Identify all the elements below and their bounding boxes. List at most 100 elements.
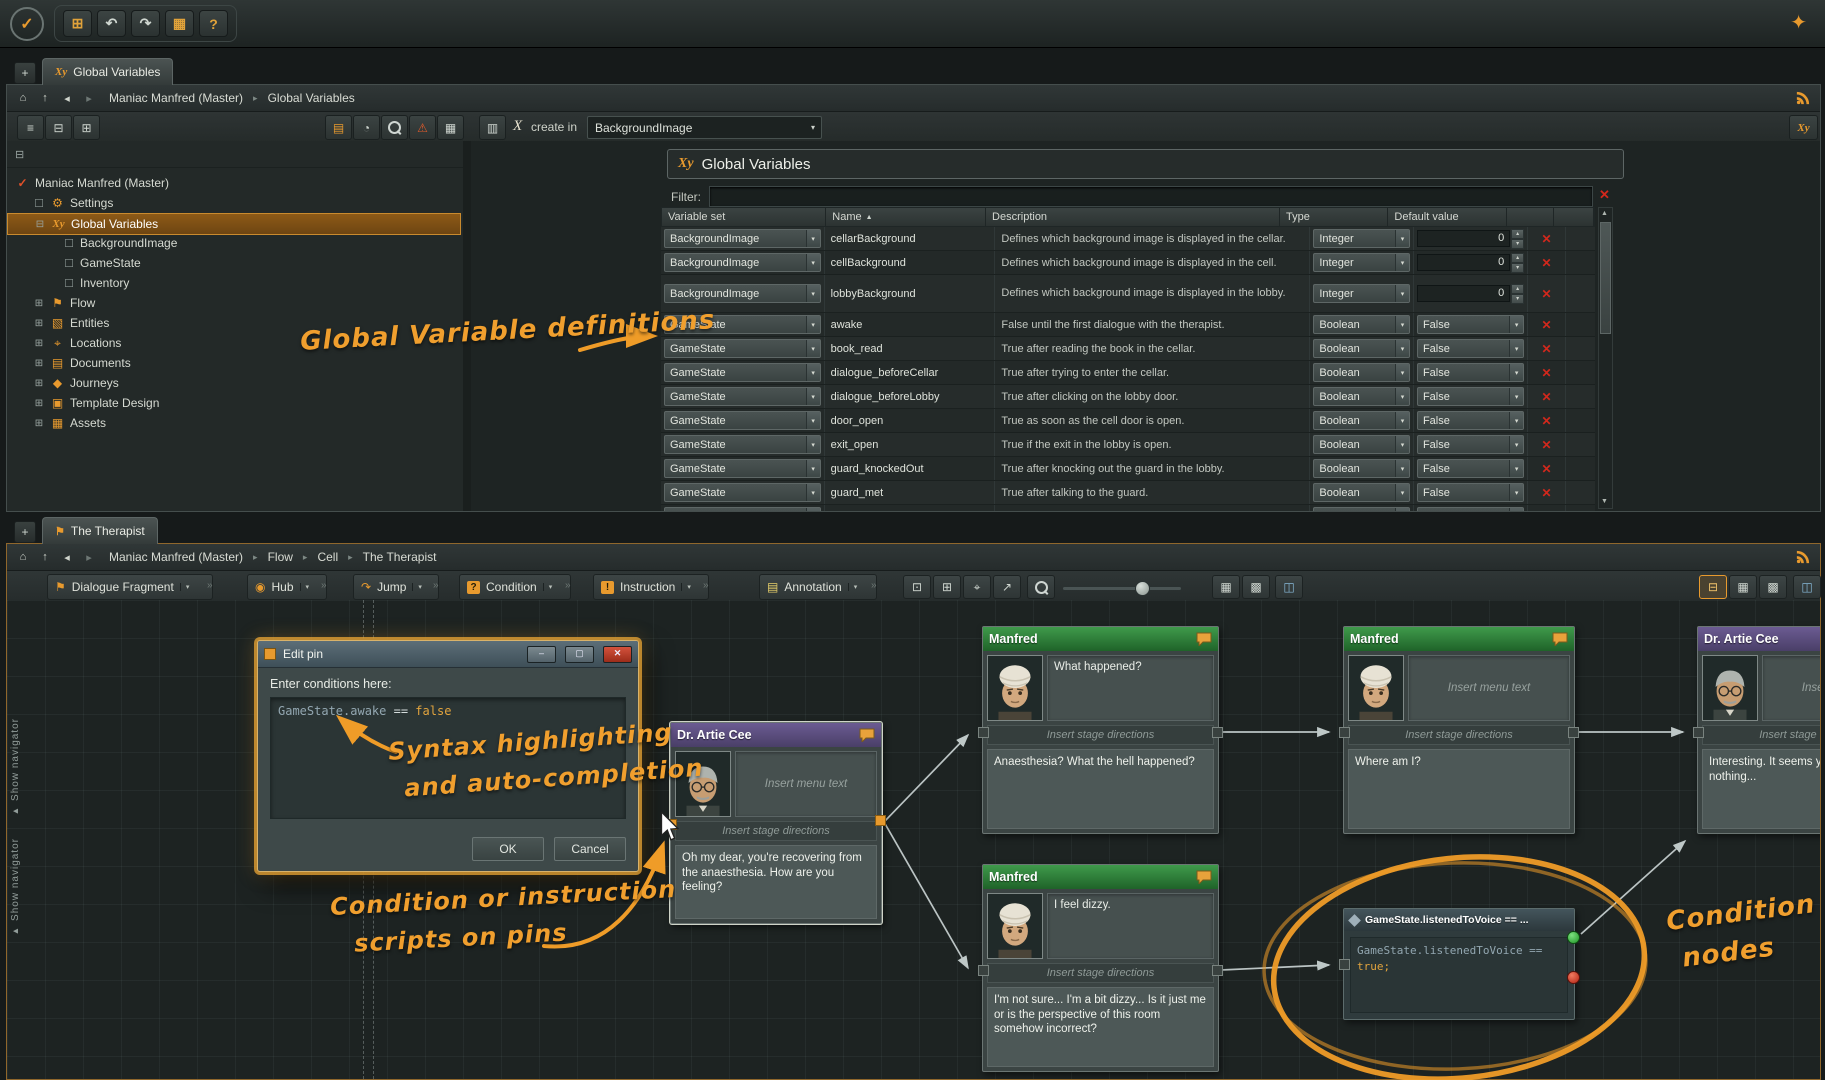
flow-canvas[interactable]: ▸ Show navigator ▸ Show navigator bbox=[7, 600, 1820, 1079]
type-dropdown[interactable]: Boolean bbox=[1313, 387, 1410, 406]
variable-description[interactable]: True after getting the hamster out of hi… bbox=[995, 505, 1310, 511]
type-dropdown[interactable]: Boolean bbox=[1313, 507, 1410, 511]
recent-button[interactable]: ◔ bbox=[353, 115, 380, 140]
delete-row-button[interactable] bbox=[1542, 390, 1552, 404]
default-value-dropdown[interactable]: False bbox=[1417, 387, 1524, 406]
expander-closed-icon[interactable]: ⊞ bbox=[33, 358, 45, 369]
dialog-titlebar[interactable]: Edit pin – ▢ ✕ bbox=[258, 641, 638, 668]
menu-text-placeholder[interactable]: Insert menu text bbox=[735, 751, 877, 817]
delete-row-button[interactable] bbox=[1542, 438, 1552, 452]
filter-input[interactable] bbox=[709, 186, 1593, 207]
notes-button[interactable]: ▤ bbox=[325, 115, 352, 140]
tree-item-project-root[interactable]: ✓ Maniac Manfred (Master) bbox=[7, 173, 461, 193]
input-pin[interactable] bbox=[1339, 959, 1350, 970]
view-outline-button[interactable]: ⊟ bbox=[1699, 575, 1727, 599]
center-view-button[interactable]: ⌖ bbox=[963, 575, 991, 599]
variable-set-dropdown[interactable]: GameState bbox=[664, 363, 821, 382]
breadcrumb-project[interactable]: Maniac Manfred (Master) bbox=[101, 550, 251, 564]
help-button[interactable]: ? bbox=[199, 10, 228, 37]
chevron-down-icon[interactable]: ▾ bbox=[412, 583, 422, 591]
variable-description[interactable]: Defines which background image is displa… bbox=[995, 251, 1310, 274]
table-scrollbar[interactable]: ▲ ▼ bbox=[1598, 207, 1613, 509]
navigator-button[interactable]: ◫ bbox=[1275, 575, 1303, 599]
variable-set-dropdown[interactable]: GameState bbox=[664, 483, 821, 502]
variable-description[interactable]: True after reading the book in the cella… bbox=[995, 337, 1310, 360]
back-button[interactable]: ◂ bbox=[57, 548, 77, 566]
input-pin[interactable] bbox=[1693, 727, 1704, 738]
variable-name[interactable]: guard_knockedOut bbox=[825, 457, 996, 480]
variable-name[interactable]: cellarBackground bbox=[825, 227, 996, 250]
issues-button[interactable]: ⚠ bbox=[409, 115, 436, 140]
input-pin[interactable] bbox=[1339, 727, 1350, 738]
view-large-tiles-button[interactable]: ▩ bbox=[1759, 575, 1787, 599]
default-value-dropdown[interactable]: False bbox=[1417, 363, 1524, 382]
up-button[interactable]: ↑ bbox=[35, 89, 55, 107]
variable-set-dropdown[interactable]: GameState bbox=[664, 459, 821, 478]
forward-button[interactable]: ▸ bbox=[79, 548, 99, 566]
variable-description[interactable]: True after clicking on the lobby door. bbox=[995, 385, 1310, 408]
menu-text-placeholder[interactable]: Insert menu text bbox=[1408, 655, 1570, 721]
stage-directions-placeholder[interactable]: Insert stage directions bbox=[1702, 725, 1820, 745]
variable-name[interactable]: dialogue_beforeCellar bbox=[825, 361, 996, 384]
close-button[interactable]: ✕ bbox=[603, 646, 632, 663]
node-dialogue-artie-1[interactable]: Dr. Artie Cee Insert menu text Insert st… bbox=[670, 722, 882, 924]
tree-item-global-variables[interactable]: ⊟ Xy Global Variables bbox=[7, 213, 461, 235]
checkbox-icon[interactable]: ☐ bbox=[33, 197, 45, 210]
type-dropdown[interactable]: Boolean bbox=[1313, 459, 1410, 478]
view-small-tiles-button[interactable]: ▦ bbox=[1729, 575, 1757, 599]
delete-row-button[interactable] bbox=[1542, 414, 1552, 428]
breadcrumb-the-therapist[interactable]: The Therapist bbox=[355, 550, 445, 564]
delete-row-button[interactable] bbox=[1542, 510, 1552, 512]
home-button[interactable]: ⌂ bbox=[13, 89, 33, 107]
output-pin[interactable] bbox=[1212, 965, 1223, 976]
tree-item-journeys[interactable]: ⊞ ◆ Journeys bbox=[7, 373, 461, 393]
forward-button[interactable]: ▸ bbox=[79, 89, 99, 107]
variable-description[interactable]: False until the first dialogue with the … bbox=[995, 313, 1310, 336]
variable-description[interactable]: True as soon as the cell door is open. bbox=[995, 409, 1310, 432]
stage-directions-placeholder[interactable]: Insert stage directions bbox=[987, 725, 1214, 745]
breadcrumb-global-variables[interactable]: Global Variables bbox=[260, 91, 363, 105]
variable-set-dropdown[interactable]: BackgroundImage bbox=[664, 253, 821, 272]
variable-set-dropdown[interactable]: GameState bbox=[664, 507, 821, 511]
false-output-pin[interactable] bbox=[1567, 971, 1580, 984]
maximize-button[interactable]: ▢ bbox=[565, 646, 594, 663]
type-dropdown[interactable]: Boolean bbox=[1313, 483, 1410, 502]
delete-row-button[interactable] bbox=[1542, 232, 1552, 246]
stage-directions-placeholder[interactable]: Insert stage directions bbox=[987, 963, 1214, 983]
column-default-value[interactable]: Default value bbox=[1388, 208, 1506, 226]
node-condition[interactable]: GameState.listenedToVoice == ... GameSta… bbox=[1343, 908, 1575, 1020]
delete-row-button[interactable] bbox=[1542, 256, 1552, 270]
app-logo-check-icon[interactable]: ✓ bbox=[10, 7, 44, 41]
variable-name[interactable]: dialogue_beforeLobby bbox=[825, 385, 996, 408]
dialogue-text[interactable]: Interesting. It seems your memory. Well,… bbox=[1702, 749, 1820, 829]
connect-mode-button[interactable]: ↗ bbox=[993, 575, 1021, 599]
calculate-button[interactable]: ▦ bbox=[437, 115, 464, 140]
menu-text-placeholder[interactable]: Insert menu text bbox=[1762, 655, 1820, 721]
true-output-pin[interactable] bbox=[1567, 931, 1580, 944]
default-value-dropdown[interactable]: False bbox=[1417, 483, 1524, 502]
delete-row-button[interactable] bbox=[1542, 462, 1552, 476]
tree-item-assets[interactable]: ⊞ ▦ Assets bbox=[7, 413, 461, 433]
column-name[interactable]: Name▲ bbox=[826, 208, 986, 226]
scroll-down-icon[interactable]: ▼ bbox=[1599, 496, 1610, 508]
cancel-button[interactable]: Cancel bbox=[554, 837, 626, 861]
chevron-down-icon[interactable]: ▾ bbox=[180, 583, 190, 591]
expander-closed-icon[interactable]: ⊞ bbox=[33, 318, 45, 329]
condition-script[interactable]: GameState.listenedToVoice == true; bbox=[1350, 937, 1568, 1013]
expand-tree-button[interactable]: ⊞ bbox=[73, 115, 100, 140]
home-button[interactable]: ⌂ bbox=[13, 548, 33, 566]
variable-description[interactable]: True after talking to the guard. bbox=[995, 481, 1310, 504]
type-dropdown[interactable]: Integer bbox=[1313, 284, 1410, 303]
tab-the-therapist[interactable]: ⚑ The Therapist bbox=[42, 517, 158, 544]
node-dialogue-manfred-2[interactable]: Manfred Insert menu text Insert stage di… bbox=[1343, 626, 1575, 834]
type-dropdown[interactable]: Boolean bbox=[1313, 435, 1410, 454]
dialogue-text[interactable]: Where am I? bbox=[1348, 749, 1570, 829]
variable-set-dropdown[interactable]: GameState bbox=[664, 339, 821, 358]
instruction-button[interactable]: ! Instruction ▾ bbox=[593, 574, 709, 600]
chevron-down-icon[interactable]: ▾ bbox=[543, 583, 553, 591]
spinner-arrows[interactable]: ▴▾ bbox=[1511, 253, 1524, 273]
type-dropdown[interactable]: Integer bbox=[1313, 229, 1410, 248]
annotation-button[interactable]: ▤ Annotation ▾ bbox=[759, 574, 877, 600]
default-value-dropdown[interactable]: False bbox=[1417, 339, 1524, 358]
search-button[interactable] bbox=[381, 115, 408, 140]
